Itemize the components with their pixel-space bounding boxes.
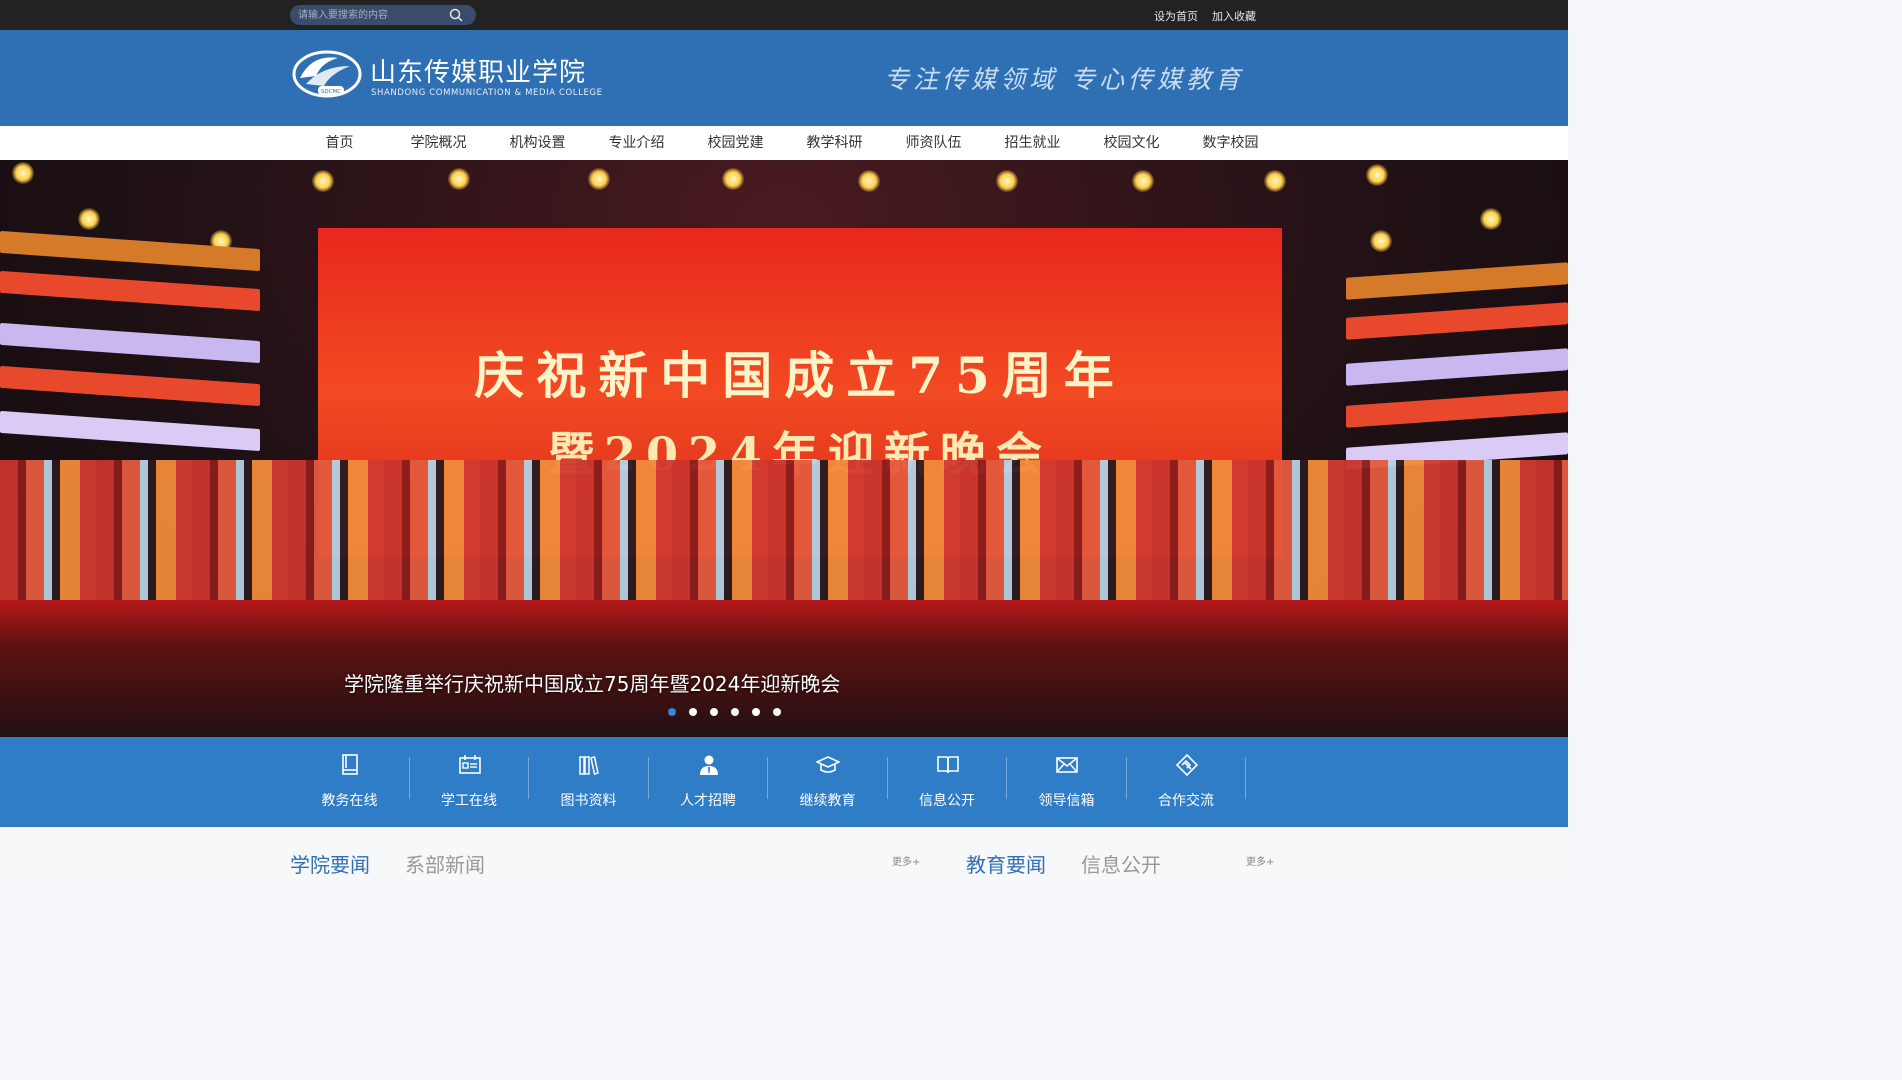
stage-light (1370, 230, 1392, 252)
stage-light (1366, 164, 1388, 186)
quick-link-information-disclosure[interactable]: 信息公开 (888, 737, 1008, 827)
news-section: 学院要闻 系部新闻 更多+ 教育要闻 信息公开 更多+ (0, 827, 1568, 890)
nav-item-home[interactable]: 首页 (290, 126, 389, 160)
stage-stripe (1346, 262, 1568, 300)
slogan: 专注传媒领域 专心传媒教育 (884, 65, 1244, 94)
quick-link-label: 继续教育 (799, 793, 856, 809)
stage-stripe (1346, 302, 1568, 340)
slider-dot[interactable] (689, 708, 697, 716)
stage-light (78, 208, 100, 230)
person-icon (699, 755, 718, 775)
stage-light (996, 170, 1018, 192)
search-icon[interactable] (448, 7, 464, 23)
college-name-english: SHANDONG COMMUNICATION & MEDIA COLLEGE (371, 88, 603, 98)
stage-stripe (0, 270, 260, 312)
quick-link-recruitment[interactable]: 人才招聘 (649, 737, 769, 827)
stage-light (448, 168, 470, 190)
stage-light (858, 170, 880, 192)
quick-link-continuing-education[interactable]: 继续教育 (768, 737, 888, 827)
book-icon (342, 754, 358, 775)
stage-light (12, 162, 34, 184)
quick-link-label: 领导信箱 (1038, 793, 1095, 809)
tab-department-news[interactable]: 系部新闻 (405, 849, 485, 878)
search-input[interactable] (298, 7, 448, 23)
tab-information-disclosure[interactable]: 信息公开 (1081, 849, 1161, 878)
stage-light (312, 170, 334, 192)
add-favorite-link[interactable]: 加入收藏 (1212, 8, 1256, 24)
tab-education-news[interactable]: 教育要闻 (966, 849, 1046, 878)
quick-link-label: 图书资料 (560, 793, 617, 809)
nav-item-overview[interactable]: 学院概况 (389, 126, 488, 160)
nav-item-digital-campus[interactable]: 数字校园 (1181, 126, 1280, 160)
site-header: SDCMC 山东传媒职业学院 SHANDONG COMMUNICATION & … (0, 30, 1568, 126)
screen-title: 庆祝新中国成立75周年 (474, 346, 1126, 405)
slider-dot[interactable] (668, 708, 676, 716)
stage-stripe (0, 365, 260, 407)
performers (0, 460, 1568, 605)
stage-light (1264, 170, 1286, 192)
open-book-icon (936, 756, 959, 774)
quick-link-label: 合作交流 (1158, 793, 1214, 809)
college-name: 山东传媒职业学院 (370, 58, 587, 88)
slider-dots (668, 708, 781, 716)
books-icon (579, 756, 599, 775)
nav-item-faculty[interactable]: 师资队伍 (884, 126, 983, 160)
quick-link-label: 教务在线 (321, 793, 378, 809)
stage-light (722, 168, 744, 190)
tab-college-news[interactable]: 学院要闻 (290, 849, 370, 878)
mail-icon (1056, 757, 1078, 773)
quick-links-bar: 教务在线 学工在线 图书资料 人才招聘 继续教育 信息公开 领导信箱 合作交流 (0, 737, 1568, 827)
stage-light (1132, 170, 1154, 192)
more-link-education-news[interactable]: 更多+ (1246, 853, 1274, 868)
top-links: 设为首页 加入收藏 (1154, 8, 1256, 24)
set-homepage-link[interactable]: 设为首页 (1154, 8, 1198, 24)
nav-item-majors[interactable]: 专业介绍 (587, 126, 686, 160)
slider-dot[interactable] (710, 708, 718, 716)
stage-stripe (0, 322, 260, 364)
main-nav: 首页 学院概况 机构设置 专业介绍 校园党建 教学科研 师资队伍 招生就业 校园… (0, 126, 1568, 160)
graduation-cap-icon (816, 756, 840, 773)
handshake-icon (1175, 753, 1198, 777)
quick-link-library[interactable]: 图书资料 (529, 737, 649, 827)
college-logo[interactable]: SDCMC (292, 48, 362, 100)
stage-stripe (1346, 348, 1568, 386)
hero-banner[interactable]: 庆祝新中国成立75周年 暨2024年迎新晚会 学院隆重举行庆祝新中国成立75周年… (0, 160, 1568, 737)
stage-stripe (0, 410, 260, 452)
svg-text:SDCMC: SDCMC (321, 89, 341, 95)
nav-item-party[interactable]: 校园党建 (686, 126, 785, 160)
top-bar: 设为首页 加入收藏 (0, 0, 1568, 30)
quick-link-cooperation[interactable]: 合作交流 (1127, 737, 1247, 827)
search-box (290, 5, 476, 25)
id-card-icon (458, 755, 481, 774)
banner-caption[interactable]: 学院隆重举行庆祝新中国成立75周年暨2024年迎新晚会 (344, 668, 840, 697)
stage-light (588, 168, 610, 190)
slider-dot[interactable] (773, 708, 781, 716)
stage-stripe (1346, 390, 1568, 428)
nav-item-admissions[interactable]: 招生就业 (983, 126, 1082, 160)
more-link-college-news[interactable]: 更多+ (892, 853, 920, 868)
nav-item-organization[interactable]: 机构设置 (488, 126, 587, 160)
nav-item-research[interactable]: 教学科研 (785, 126, 884, 160)
quick-link-academic-affairs[interactable]: 教务在线 (290, 737, 410, 827)
quick-link-leader-mailbox[interactable]: 领导信箱 (1007, 737, 1127, 827)
quick-link-label: 人才招聘 (680, 793, 736, 809)
stage-light (1480, 208, 1502, 230)
nav-item-culture[interactable]: 校园文化 (1082, 126, 1181, 160)
slider-dot[interactable] (731, 708, 739, 716)
quick-link-student-affairs[interactable]: 学工在线 (410, 737, 530, 827)
quick-link-label: 学工在线 (441, 793, 497, 809)
quick-link-label: 信息公开 (919, 793, 975, 809)
slider-dot[interactable] (752, 708, 760, 716)
